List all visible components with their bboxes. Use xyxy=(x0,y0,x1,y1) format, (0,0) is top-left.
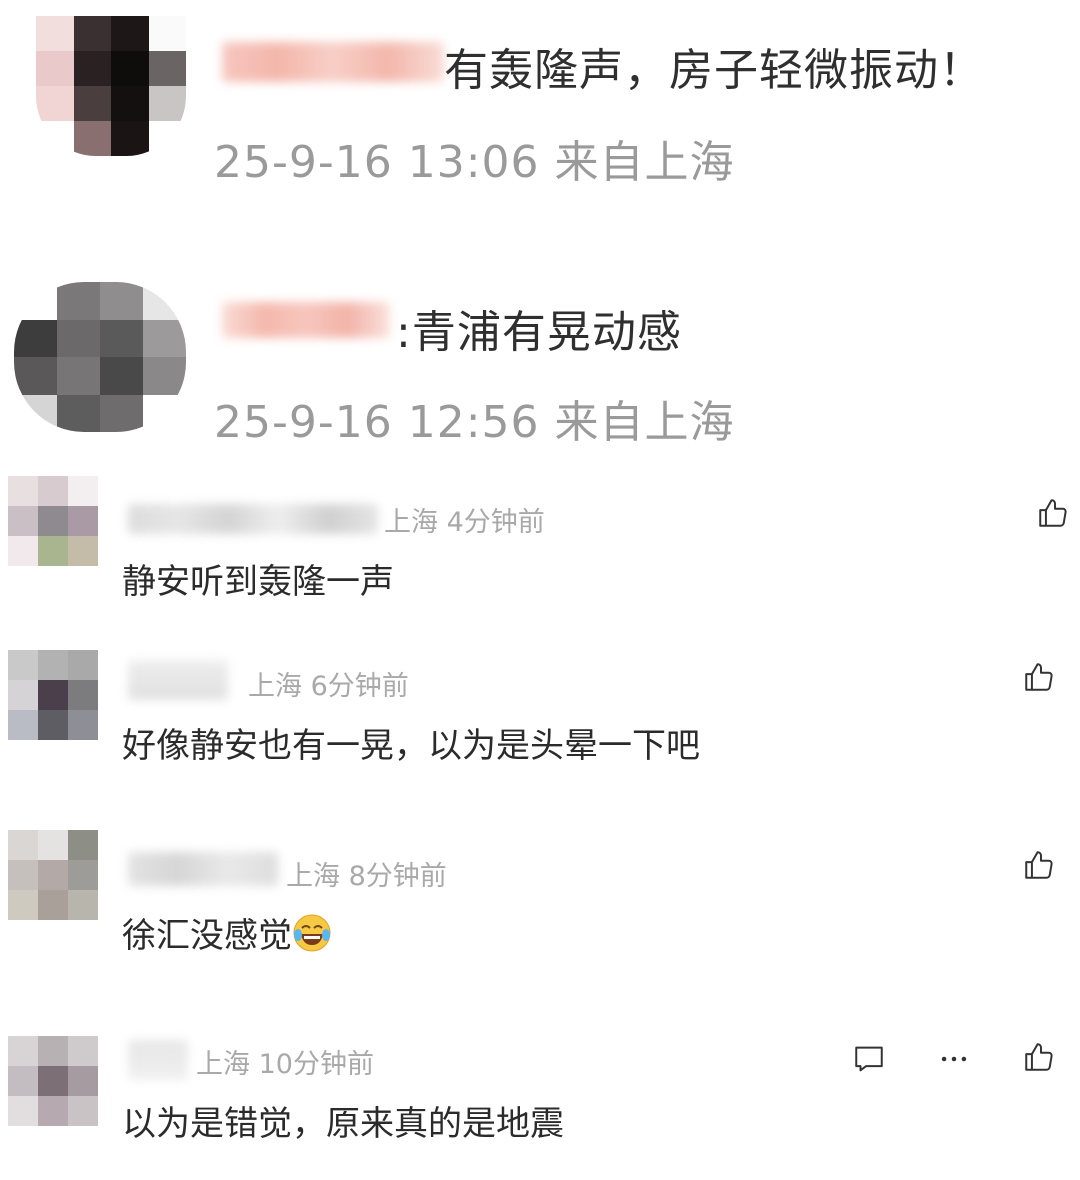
thumbs-up-icon[interactable] xyxy=(1022,1040,1056,1074)
thumbs-up-icon[interactable] xyxy=(1036,496,1070,530)
comment-meta: 上海 6分钟前 xyxy=(248,671,409,702)
comment-text: 好像静安也有一晃，以为是头晕一下吧 xyxy=(122,726,700,766)
comment-meta: 上海 10分钟前 xyxy=(196,1049,374,1080)
post-avatar[interactable] xyxy=(14,282,186,432)
post-avatar[interactable] xyxy=(36,16,186,156)
comment-avatar[interactable] xyxy=(8,1036,98,1126)
post-meta: 25-9-16 12:56 来自上海 xyxy=(214,397,735,448)
post-text: :青浦有晃动感 xyxy=(396,307,682,358)
comment-avatar[interactable] xyxy=(8,650,98,740)
comment-avatar[interactable] xyxy=(8,476,98,566)
post-username-blurred[interactable] xyxy=(222,42,444,82)
comment-meta: 上海 8分钟前 xyxy=(286,861,447,892)
thumbs-up-icon[interactable] xyxy=(1022,660,1056,694)
comment-username-blurred[interactable] xyxy=(128,1040,188,1080)
comment-avatar[interactable] xyxy=(8,830,98,920)
more-dots-icon[interactable] xyxy=(936,1042,972,1076)
comment-username-blurred[interactable] xyxy=(128,852,278,886)
comment-username-blurred[interactable] xyxy=(128,504,378,534)
comment-text-content: 徐汇没感觉 xyxy=(122,916,292,956)
comment-username-blurred[interactable] xyxy=(128,660,228,700)
comment-text: 以为是错觉，原来真的是地震 xyxy=(122,1104,564,1144)
comment-meta: 上海 4分钟前 xyxy=(384,507,545,538)
post-username-blurred[interactable] xyxy=(222,302,390,338)
comment-text: 徐汇没感觉 xyxy=(122,908,332,957)
laughing-crying-emoji xyxy=(293,914,331,952)
thumbs-up-icon[interactable] xyxy=(1022,848,1056,882)
comment-bubble-icon[interactable] xyxy=(852,1042,886,1076)
post-meta: 25-9-16 13:06 来自上海 xyxy=(214,137,735,188)
comment-text: 静安听到轰隆一声 xyxy=(122,562,394,602)
post-text: 有轰隆声，房子轻微振动！ xyxy=(444,45,984,96)
